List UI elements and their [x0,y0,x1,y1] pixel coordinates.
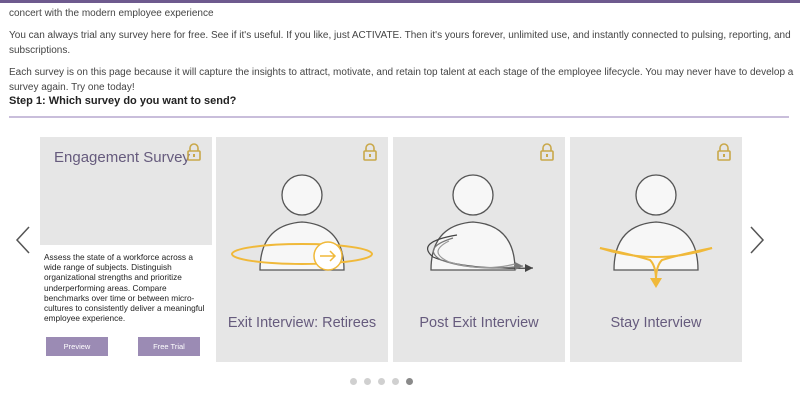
carousel-next-button[interactable] [746,225,768,255]
carousel-pagination [350,378,413,386]
card-title: Exit Interview: Retirees [227,315,377,331]
stay-person-icon [599,174,713,288]
step-question: Which survey do you want to send? [48,95,237,107]
intro-line-3: Each survey is on this page because it w… [9,67,794,93]
retiree-person-icon [231,174,373,271]
lock-icon [717,143,731,161]
survey-card-engagement[interactable]: Engagement Survey Assess the state of a … [40,137,212,362]
survey-card-stay[interactable]: Stay Interview [570,137,742,362]
pagination-dot-active[interactable] [406,378,413,385]
card-title: Post Exit Interview [419,315,539,331]
step-label: Step 1: [9,95,46,107]
intro-line-1: concert with the modern employee experie… [9,8,214,19]
survey-card-exit-retirees[interactable]: Exit Interview: Retirees [216,137,388,362]
preview-button[interactable]: Preview [46,337,108,356]
card-title: Engagement Survey [54,149,190,166]
pagination-dot[interactable] [350,378,357,385]
lock-icon [187,143,201,161]
lock-icon [540,143,554,161]
pagination-dot[interactable] [378,378,385,385]
chevron-left-icon [15,226,30,254]
chevron-right-icon [750,226,765,254]
intro-line-2: You can always trial any survey here for… [9,30,791,56]
pagination-dot[interactable] [364,378,371,385]
survey-card-post-exit[interactable]: Post Exit Interview [393,137,565,362]
pagination-dot[interactable] [392,378,399,385]
free-trial-button[interactable]: Free Trial [138,337,200,356]
card-title: Stay Interview [610,315,702,331]
card-description-panel: Assess the state of a workforce across a… [40,245,212,362]
lock-icon [363,143,377,161]
top-border [0,0,800,3]
carousel-prev-button[interactable] [12,225,34,255]
card-description: Assess the state of a workforce across a… [44,252,205,324]
post-exit-person-icon [427,174,534,272]
intro-text: concert with the modern employee experie… [9,6,799,102]
step-heading: Step 1: Which survey do you want to send… [9,95,236,107]
section-divider [9,116,789,118]
